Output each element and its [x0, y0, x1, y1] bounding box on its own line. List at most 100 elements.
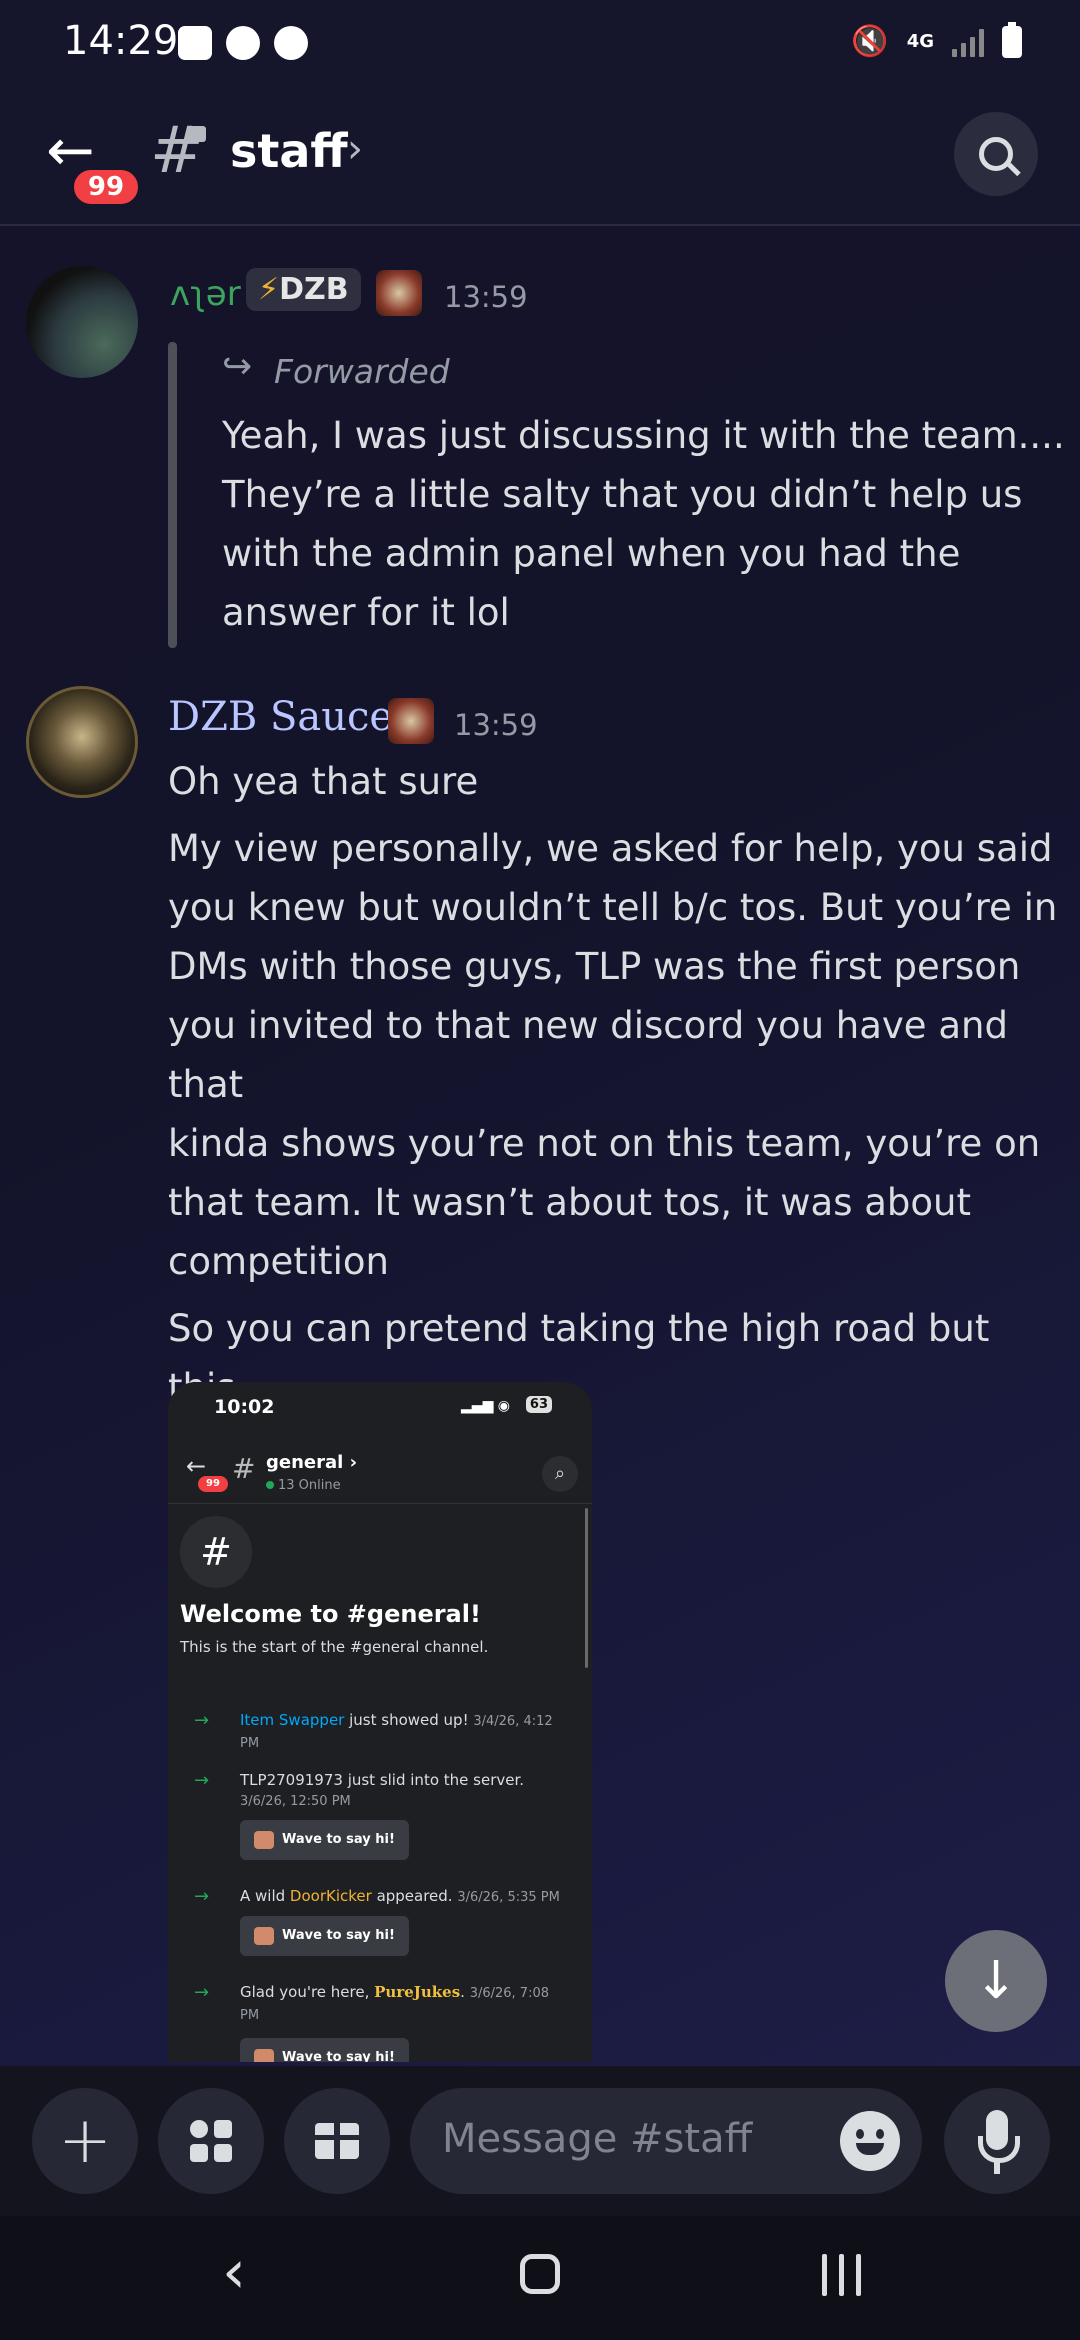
channel-header: ← 99 # staff › [0, 86, 1080, 226]
battery-icon [1002, 21, 1022, 58]
sticker-icon [254, 2048, 274, 2062]
text-line: Oh yea that sure [168, 760, 479, 803]
join-text: A wild DoorKicker appeared. 3/6/26, 5:35… [240, 1886, 560, 1908]
wave-label: Wave to say hi! [282, 1928, 395, 1943]
forwarded-label: Forwarded [274, 352, 450, 391]
signal-icon [952, 27, 984, 57]
event-prefix: A wild [240, 1887, 290, 1905]
attachment-badge: 99 [198, 1476, 228, 1492]
hash-icon: # [232, 1452, 256, 1485]
jump-to-present-button[interactable]: ↓ [945, 1930, 1047, 2032]
bolt-icon: ⚡ [258, 272, 280, 307]
arrow-right-icon: → [194, 1710, 210, 1731]
server-tag[interactable]: ⚡DZB [246, 268, 361, 311]
nav-recents-button[interactable] [822, 2254, 861, 2296]
messenger-icon [274, 26, 308, 60]
server-tag-label: DZB [279, 272, 349, 307]
search-icon [979, 137, 1013, 171]
plus-icon: + [58, 2104, 112, 2178]
role-emblem-icon [388, 698, 434, 744]
event-text: appeared. [371, 1887, 458, 1905]
message-input[interactable]: Message #staff [410, 2088, 922, 2194]
forward-quote-bar [168, 342, 177, 648]
event-text: just slid into the server. [342, 1771, 525, 1789]
forwarded-text: Yeah, I was just discussing it with the … [222, 406, 1065, 642]
event-time: 3/6/26, 12:50 PM [240, 1794, 351, 1809]
system-icons: 🔇 4G [851, 21, 1022, 59]
event-text: . [460, 1983, 470, 2001]
system-nav-bar: ‹ [0, 2216, 1080, 2340]
mute-icon: 🔇 [851, 24, 889, 59]
message-time: 13:59 [454, 708, 538, 742]
emoji-icon[interactable] [840, 2111, 900, 2171]
nav-home-button[interactable] [520, 2254, 560, 2294]
search-button[interactable] [954, 112, 1038, 196]
wave-label: Wave to say hi! [282, 1832, 395, 1847]
event-user: DoorKicker [289, 1887, 372, 1905]
notification-icons [178, 26, 308, 60]
attachment-scrollbar [585, 1508, 588, 1668]
image-attachment[interactable]: 10:02 ▂▄▆ ◉ 63 ← 99 # general › 13 Onlin… [168, 1382, 592, 2062]
status-time: 14:29 [63, 18, 179, 64]
join-text: Glad you're here, PureJukes. 3/6/26, 7:0… [240, 1982, 560, 2026]
wave-button: Wave to say hi! [240, 2038, 409, 2062]
status-bar: 14:29 🔇 4G [0, 0, 1080, 86]
message-composer: + Message #staff [0, 2066, 1080, 2216]
wave-label: Wave to say hi! [282, 2050, 395, 2062]
event-user: PureJukes [374, 1983, 461, 2001]
signal-wifi-icon: ▂▄▆ ◉ [461, 1398, 510, 1414]
add-attachment-button[interactable]: + [32, 2088, 138, 2194]
attachment-battery: 63 [525, 1396, 552, 1413]
chat-bubble-icon [226, 26, 260, 60]
chevron-right-icon[interactable]: › [347, 126, 363, 172]
wave-button: Wave to say hi! [240, 1820, 409, 1860]
channel-hash-icon: # [180, 1516, 252, 1588]
message-text: Oh yea that sure My view personally, we … [168, 752, 1068, 1476]
forward-icon: ↪ [222, 346, 253, 387]
attachment-status-bar: 10:02 ▂▄▆ ◉ 63 [168, 1382, 592, 1438]
event-text: just showed up! [344, 1711, 474, 1729]
event-user: Item Swapper [240, 1711, 345, 1729]
network-label: 4G [906, 30, 934, 52]
text-line: answer for it lol [222, 591, 510, 634]
avatar[interactable] [26, 266, 138, 378]
text-line: you invited to that new discord you have… [168, 1004, 1008, 1106]
back-button[interactable]: ← 99 [40, 120, 150, 208]
message-forwarded[interactable]: ʌʅər ⚡DZB 13:59 ↪ Forwarded Yeah, I was … [0, 230, 1080, 650]
author-name[interactable]: ʌʅər [170, 274, 241, 314]
arrow-right-icon: → [194, 1982, 210, 2003]
apps-button[interactable] [158, 2088, 264, 2194]
text-line: with the admin panel when you had the [222, 532, 961, 575]
lock-icon [188, 126, 206, 142]
author-name[interactable]: DZB Sauce [168, 694, 393, 740]
unread-badge: 99 [70, 166, 142, 208]
sticker-icon [254, 1926, 274, 1945]
avatar[interactable] [26, 686, 138, 798]
channel-title[interactable]: staff [230, 124, 348, 178]
gift-button[interactable] [284, 2088, 390, 2194]
attachment-online: 13 Online [266, 1478, 341, 1493]
welcome-subtitle: This is the start of the #general channe… [180, 1638, 489, 1656]
text-line: They’re a little salty that you didn’t h… [222, 473, 1023, 516]
message-time: 13:59 [444, 280, 528, 314]
nav-back-button[interactable]: ‹ [222, 2242, 246, 2302]
gallery-icon [178, 26, 212, 60]
welcome-title: Welcome to #general! [180, 1600, 481, 1628]
arrow-down-icon: ↓ [974, 1951, 1018, 2011]
text-line: My view personally, we asked for help, y… [168, 827, 1053, 870]
online-dot-icon [266, 1481, 274, 1489]
attachment-channel-name: general [266, 1452, 344, 1473]
mic-icon [994, 2160, 1000, 2174]
message[interactable]: DZB Sauce 13:59 Oh yea that sure My view… [0, 680, 1080, 1468]
gift-icon [315, 2123, 359, 2159]
arrow-right-icon: → [194, 1886, 210, 1907]
event-prefix: Glad you're here, [240, 1983, 375, 2001]
wave-button: Wave to say hi! [240, 1916, 409, 1956]
join-text: TLP27091973 just slid into the server. 3/… [240, 1770, 560, 1812]
text-line: Yeah, I was just discussing it with the … [222, 414, 1065, 457]
apps-icon [190, 2120, 232, 2162]
voice-message-button[interactable] [944, 2088, 1050, 2194]
sticker-icon [254, 1830, 274, 1849]
role-emblem-icon [376, 270, 422, 316]
text-line: that team. It wasn’t about tos, it was a… [168, 1181, 972, 1224]
